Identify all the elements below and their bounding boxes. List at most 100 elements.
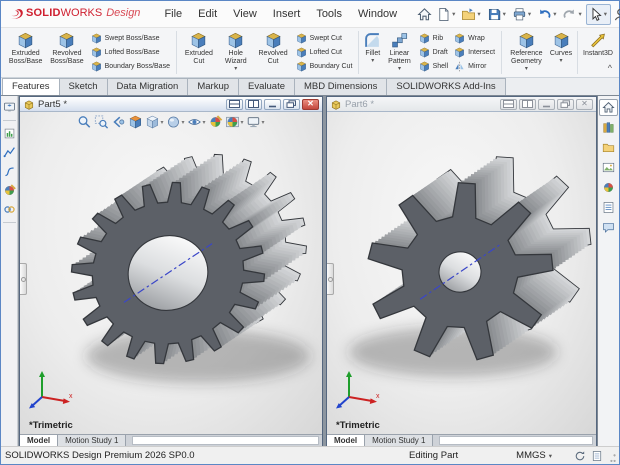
hole-wizard-button[interactable]: Hole Wizard▾ — [218, 29, 254, 76]
tab-model[interactable]: Model — [20, 435, 58, 446]
mate-icon[interactable] — [3, 203, 16, 216]
dropdown-caret-icon[interactable]: ▾ — [398, 66, 401, 72]
task-pane-home-button[interactable] — [599, 99, 618, 116]
resize-grip[interactable] — [609, 449, 617, 463]
menu-edit[interactable]: Edit — [190, 4, 225, 24]
wrap-button[interactable]: Wrap — [453, 33, 496, 44]
redo-button[interactable]: ▾ — [560, 4, 585, 25]
apply-scene-button[interactable]: ▾ — [225, 114, 245, 130]
lofted-boss-base-button[interactable]: Lofted Boss/Base — [90, 47, 171, 58]
home-button[interactable] — [415, 4, 434, 25]
close-button[interactable]: ✕ — [576, 99, 593, 110]
dropdown-caret-icon[interactable]: ▾ — [503, 10, 506, 18]
display-pane-icon[interactable] — [3, 101, 16, 114]
tile-vertical-button[interactable] — [245, 99, 262, 110]
dropdown-caret-icon[interactable]: ▾ — [525, 66, 528, 72]
draft-button[interactable]: Draft — [418, 47, 450, 58]
appearance-edit-icon[interactable] — [3, 184, 16, 197]
dropdown-caret-icon[interactable]: ▾ — [241, 119, 244, 126]
account-button[interactable] — [611, 4, 620, 25]
new-document-button[interactable]: ▾ — [434, 4, 459, 25]
boundary-boss-base-button[interactable]: Boundary Boss/Base — [90, 61, 171, 72]
minimize-button[interactable] — [264, 99, 281, 110]
dropdown-caret-icon[interactable]: ▾ — [160, 119, 163, 126]
dropdown-caret-icon[interactable]: ▾ — [262, 119, 265, 126]
task-pane-view-palette-button[interactable] — [599, 159, 618, 176]
tab-features[interactable]: Features — [2, 78, 60, 95]
lofted-cut-button[interactable]: Lofted Cut — [295, 47, 354, 58]
tab-markup[interactable]: Markup — [187, 78, 239, 95]
tab-solidworks-add-ins[interactable]: SOLIDWORKS Add-Ins — [386, 78, 505, 95]
tile-horizontal-button[interactable] — [500, 99, 517, 110]
tab-motion-study-1[interactable]: Motion Study 1 — [58, 435, 126, 446]
unit-system-selector[interactable]: MMGS ▾ — [516, 450, 552, 461]
restore-button[interactable] — [557, 99, 574, 110]
featuremanager-expand-handle[interactable] — [20, 263, 27, 295]
boundary-cut-button[interactable]: Boundary Cut — [295, 61, 354, 72]
save-button[interactable]: ▾ — [485, 4, 510, 25]
menu-tools[interactable]: Tools — [308, 4, 350, 24]
menu-file[interactable]: File — [156, 4, 190, 24]
zoom-fit-button[interactable] — [76, 114, 92, 130]
graphics-area[interactable]: x*Trimetric — [327, 112, 596, 434]
extruded-boss-base-button[interactable]: Extruded Boss/Base — [5, 29, 46, 76]
shell-button[interactable]: Shell — [418, 61, 450, 72]
fillet-button[interactable]: Fillet▾ — [362, 29, 383, 76]
undo-button[interactable]: ▾ — [535, 4, 560, 25]
swept-cut-button[interactable]: Swept Cut — [295, 33, 354, 44]
tile-horizontal-button[interactable] — [226, 99, 243, 110]
dropdown-caret-icon[interactable]: ▾ — [202, 119, 205, 126]
design-study-icon[interactable] — [3, 127, 16, 140]
intersect-button[interactable]: Intersect — [453, 47, 496, 58]
dropdown-caret-icon[interactable]: ▾ — [234, 66, 237, 72]
document-titlebar[interactable]: Part5 *✕ — [20, 97, 322, 112]
dropdown-caret-icon[interactable]: ▾ — [604, 10, 607, 18]
open-button[interactable]: ▾ — [459, 4, 484, 25]
hide-show-button[interactable]: ▾ — [186, 114, 206, 130]
task-pane-custom-properties-button[interactable] — [599, 199, 618, 216]
curves-button[interactable]: Curves▾ — [548, 29, 574, 76]
horizontal-scrollbar[interactable] — [439, 436, 593, 445]
dropdown-caret-icon[interactable]: ▾ — [528, 10, 531, 18]
task-pane-forum-button[interactable] — [599, 219, 618, 236]
view-orientation-button[interactable]: ▾ — [144, 114, 164, 130]
dropdown-caret-icon[interactable]: ▾ — [452, 10, 455, 18]
tab-model[interactable]: Model — [327, 435, 365, 446]
menu-view[interactable]: View — [225, 4, 265, 24]
spline-icon[interactable] — [3, 165, 16, 178]
select-button[interactable]: ▾ — [586, 4, 611, 25]
extruded-cut-button[interactable]: Extruded Cut — [180, 29, 218, 76]
rib-button[interactable]: Rib — [418, 33, 450, 44]
tab-mbd-dimensions[interactable]: MBD Dimensions — [294, 78, 387, 95]
zoom-area-button[interactable] — [93, 114, 109, 130]
task-pane-appearances-button[interactable] — [599, 179, 618, 196]
close-button[interactable]: ✕ — [302, 99, 319, 110]
horizontal-scrollbar[interactable] — [132, 436, 319, 445]
tile-vertical-button[interactable] — [519, 99, 536, 110]
edit-appearance-button[interactable] — [208, 114, 224, 130]
section-view-button[interactable] — [127, 114, 143, 130]
print-button[interactable]: ▾ — [510, 4, 535, 25]
worksheet-icon[interactable] — [591, 450, 603, 462]
dropdown-caret-icon[interactable]: ▾ — [560, 58, 563, 64]
swept-boss-base-button[interactable]: Swept Boss/Base — [90, 33, 171, 44]
dropdown-caret-icon[interactable]: ▾ — [578, 10, 581, 18]
minimize-button[interactable] — [538, 99, 555, 110]
dropdown-caret-icon[interactable]: ▾ — [181, 119, 184, 126]
sketch-polyline-icon[interactable] — [3, 146, 16, 159]
revolved-boss-base-button[interactable]: Revolved Boss/Base — [46, 29, 87, 76]
dropdown-caret-icon[interactable]: ▾ — [371, 58, 374, 64]
restore-button[interactable] — [283, 99, 300, 110]
previous-view-button[interactable] — [110, 114, 126, 130]
tab-sketch[interactable]: Sketch — [59, 78, 108, 95]
linear-pattern-button[interactable]: Linear Pattern▾ — [383, 29, 415, 76]
ribbon-collapse-button[interactable]: ^ — [608, 64, 612, 73]
menu-window[interactable]: Window — [350, 4, 405, 24]
graphics-area[interactable]: ▾▾▾▾▾x*Trimetric — [20, 112, 322, 434]
view-settings-button[interactable]: ▾ — [246, 114, 266, 130]
display-style-button[interactable]: ▾ — [165, 114, 185, 130]
revolved-cut-button[interactable]: Revolved Cut — [254, 29, 293, 76]
task-pane-file-explorer-button[interactable] — [599, 139, 618, 156]
dropdown-caret-icon[interactable]: ▾ — [477, 10, 480, 18]
document-titlebar[interactable]: Part6 *✕ — [327, 97, 596, 112]
